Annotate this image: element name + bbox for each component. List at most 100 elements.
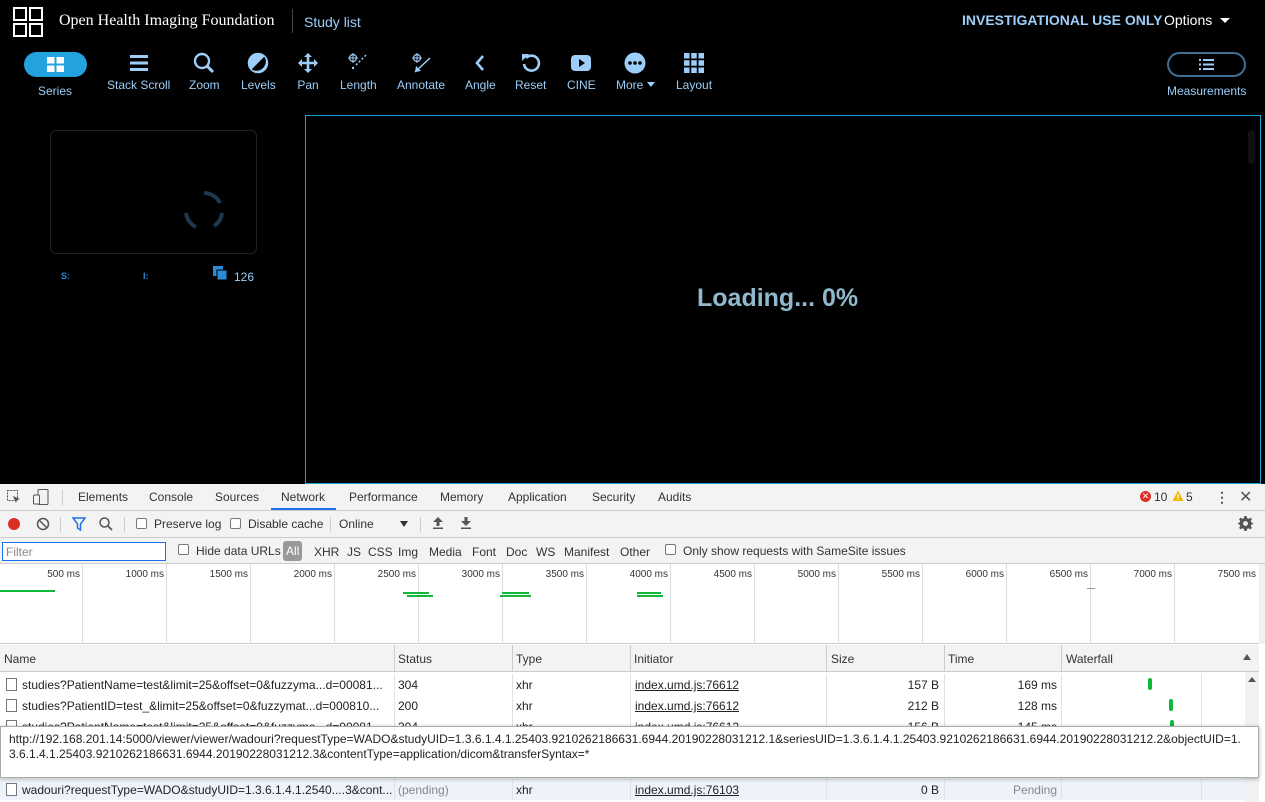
length-tool[interactable]: Length: [340, 52, 377, 92]
column-waterfall[interactable]: Waterfall: [1066, 652, 1113, 666]
column-size[interactable]: Size: [831, 652, 854, 666]
tab-elements[interactable]: Elements: [78, 490, 128, 504]
tab-performance[interactable]: Performance: [349, 490, 418, 504]
request-row[interactable]: studies?PatientName=test&limit=25&offset…: [0, 674, 1259, 695]
error-icon[interactable]: ✕: [1140, 491, 1151, 502]
clear-icon[interactable]: [36, 517, 50, 531]
tab-memory[interactable]: Memory: [440, 490, 483, 504]
annotate-tool[interactable]: Annotate: [397, 52, 445, 92]
record-icon[interactable]: [8, 518, 20, 530]
pan-tool[interactable]: Pan: [297, 52, 319, 92]
waterfall-bar: [1169, 699, 1173, 711]
column-status[interactable]: Status: [398, 652, 432, 666]
overview-gridline: [502, 564, 503, 644]
type-filter-doc[interactable]: Doc: [506, 545, 527, 559]
measurements-button[interactable]: [1167, 52, 1246, 77]
ruler-crosshair-icon: [348, 53, 368, 70]
type-filter-media[interactable]: Media: [429, 545, 462, 559]
requests-table: Name Status Type Initiator Size Time Wat…: [0, 645, 1265, 802]
caret-down-icon: [646, 82, 655, 87]
disable-cache-checkbox[interactable]: [230, 518, 241, 529]
layout-tool[interactable]: Layout: [676, 52, 712, 92]
request-row-selected[interactable]: wadouri?requestType=WADO&studyUID=1.3.6.…: [0, 779, 1259, 800]
request-initiator-link[interactable]: index.umd.js:76103: [635, 783, 739, 797]
tab-sources[interactable]: Sources: [215, 490, 259, 504]
tab-audits[interactable]: Audits: [658, 490, 691, 504]
series-thumbnail[interactable]: [50, 130, 257, 254]
type-filter-other[interactable]: Other: [620, 545, 650, 559]
samesite-checkbox[interactable]: [665, 544, 676, 555]
tab-application[interactable]: Application: [508, 490, 567, 504]
more-label: More: [616, 78, 655, 92]
zoom-tool[interactable]: Zoom: [189, 52, 220, 92]
filter-bar: Hide data URLs All XHR JS CSS Img Media …: [0, 538, 1265, 564]
type-filter-xhr[interactable]: XHR: [314, 545, 339, 559]
scroll-up-icon[interactable]: [1248, 677, 1256, 682]
type-filter-img[interactable]: Img: [398, 545, 418, 559]
request-initiator-link[interactable]: index.umd.js:76612: [635, 678, 739, 692]
ohif-logo-icon[interactable]: [13, 7, 43, 37]
column-initiator[interactable]: Initiator: [634, 652, 673, 666]
search-icon[interactable]: [99, 517, 113, 531]
type-filter-manifest[interactable]: Manifest: [564, 545, 609, 559]
devtools-panel: Elements Console Sources Network Perform…: [0, 484, 1265, 802]
export-har-icon[interactable]: [460, 516, 472, 530]
series-label: Series: [38, 84, 73, 98]
cell-divider: [944, 695, 945, 716]
viewport-scrollbar[interactable]: [1248, 130, 1255, 164]
request-row[interactable]: studies?PatientID=test_&limit=25&offset=…: [0, 695, 1259, 716]
warning-count[interactable]: 5: [1186, 490, 1193, 504]
type-filter-ws[interactable]: WS: [536, 545, 555, 559]
column-name[interactable]: Name: [4, 652, 36, 666]
series-button[interactable]: [24, 52, 87, 77]
request-name[interactable]: wadouri?requestType=WADO&studyUID=1.3.6.…: [22, 783, 392, 797]
tab-console[interactable]: Console: [149, 490, 193, 504]
device-toggle-icon[interactable]: [33, 489, 49, 505]
overview-gridline: [670, 564, 671, 644]
options-menu[interactable]: Options: [1164, 12, 1231, 28]
throttling-select[interactable]: Online: [339, 517, 374, 531]
request-initiator-link[interactable]: index.umd.js:76612: [635, 699, 739, 713]
warning-icon[interactable]: [1172, 490, 1184, 502]
type-filter-font[interactable]: Font: [472, 545, 496, 559]
close-icon[interactable]: ✕: [1239, 487, 1252, 507]
cell-divider: [1061, 779, 1062, 800]
tab-network[interactable]: Network: [281, 490, 325, 504]
filter-input[interactable]: [2, 542, 166, 561]
disable-cache-label[interactable]: Disable cache: [248, 517, 323, 531]
column-time[interactable]: Time: [948, 652, 974, 666]
request-name[interactable]: studies?PatientName=test&limit=25&offset…: [22, 678, 392, 692]
hide-data-urls-label[interactable]: Hide data URLs: [196, 544, 281, 558]
request-name[interactable]: studies?PatientID=test_&limit=25&offset=…: [22, 699, 392, 713]
more-tool[interactable]: More: [616, 52, 655, 92]
network-overview-timeline[interactable]: 500 ms 1000 ms 1500 ms 2000 ms 2500 ms 3…: [0, 564, 1265, 644]
sort-ascending-icon[interactable]: [1243, 654, 1251, 660]
overview-scrollbar[interactable]: [1259, 564, 1265, 644]
levels-tool[interactable]: Levels: [241, 52, 276, 92]
column-divider: [826, 645, 827, 672]
gear-icon[interactable]: [1238, 516, 1253, 531]
reset-tool[interactable]: Reset: [515, 52, 546, 92]
samesite-label[interactable]: Only show requests with SameSite issues: [683, 544, 906, 558]
layout-label: Layout: [676, 78, 713, 92]
caret-down-icon[interactable]: [400, 521, 408, 527]
import-har-icon[interactable]: [432, 516, 444, 530]
hide-data-urls-checkbox[interactable]: [178, 544, 189, 555]
angle-tool[interactable]: Angle: [465, 52, 496, 92]
preserve-log-checkbox[interactable]: [136, 518, 147, 529]
error-count[interactable]: 10: [1154, 490, 1167, 504]
inspect-element-icon[interactable]: [7, 490, 21, 504]
kebab-menu-icon[interactable]: ⋮: [1215, 489, 1229, 506]
type-filter-js[interactable]: JS: [347, 545, 361, 559]
preserve-log-label[interactable]: Preserve log: [154, 517, 221, 531]
type-filter-css[interactable]: CSS: [368, 545, 393, 559]
stack-scroll-tool[interactable]: Stack Scroll: [107, 52, 170, 92]
column-type[interactable]: Type: [516, 652, 542, 666]
filter-icon[interactable]: [72, 517, 86, 531]
type-filter-all[interactable]: All: [283, 541, 303, 561]
study-list-link[interactable]: Study list: [304, 14, 361, 30]
tab-security[interactable]: Security: [592, 490, 635, 504]
cell-divider: [1201, 779, 1202, 800]
app-title[interactable]: Open Health Imaging Foundation: [59, 12, 275, 30]
cine-tool[interactable]: CINE: [567, 52, 596, 92]
